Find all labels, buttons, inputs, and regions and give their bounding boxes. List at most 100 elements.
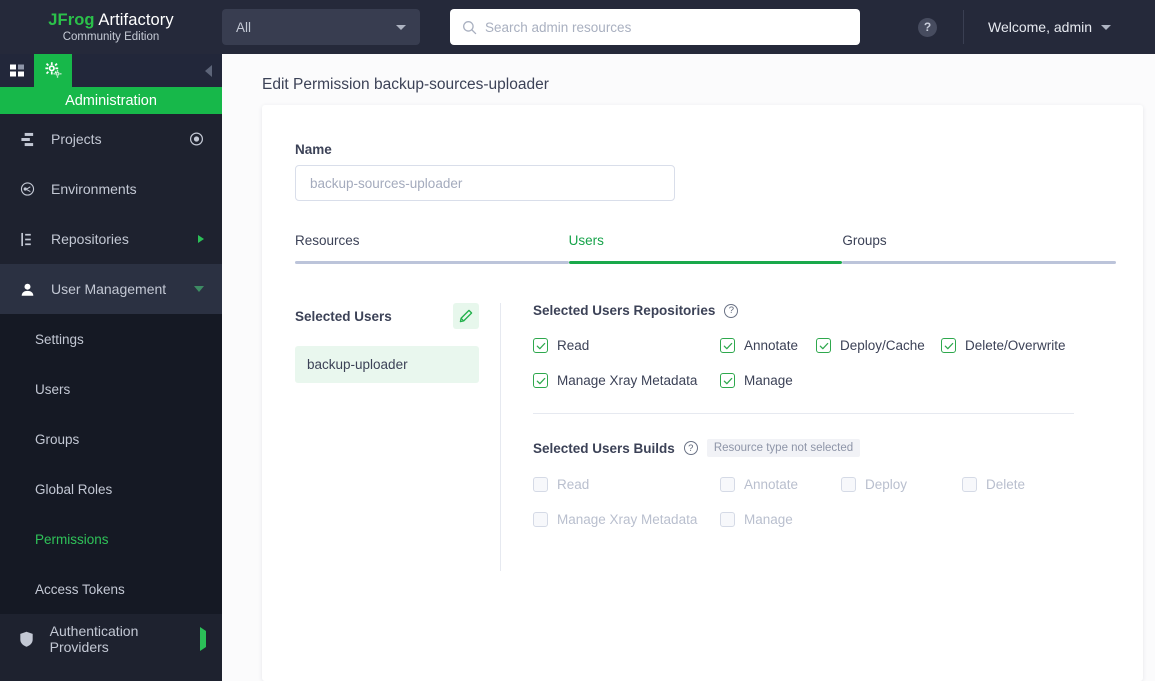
sidebar-item-authentication-providers[interactable]: Authentication Providers xyxy=(0,614,222,664)
page-title: Edit Permission backup-sources-uploader xyxy=(222,54,1155,94)
sidebar: Administration Projects xyxy=(0,54,222,681)
sidebar-item-repositories[interactable]: Repositories xyxy=(0,214,222,264)
tab-groups[interactable]: Groups xyxy=(842,233,1116,264)
app-switcher-button[interactable] xyxy=(0,54,34,87)
checkbox-label: Manage Xray Metadata xyxy=(557,373,697,388)
tab-underline xyxy=(295,261,569,264)
user-menu[interactable]: Welcome, admin xyxy=(988,19,1111,35)
sidebar-item-groups[interactable]: Groups xyxy=(0,414,222,464)
sidebar-item-settings[interactable]: Settings xyxy=(0,314,222,364)
sidebar-submenu: Settings Users Groups Global Roles Permi… xyxy=(0,314,222,614)
section-divider xyxy=(533,413,1074,414)
tab-users[interactable]: Users xyxy=(569,233,843,264)
selected-user-label: backup-uploader xyxy=(307,357,408,372)
sidebar-item-access-tokens[interactable]: Access Tokens xyxy=(0,564,222,614)
permissions-panel: Selected Users Repositories ? Read xyxy=(501,303,1143,571)
repositories-section-title: Selected Users Repositories xyxy=(533,303,715,318)
checkbox-box xyxy=(720,338,735,353)
name-input[interactable] xyxy=(295,165,675,201)
main-content: Edit Permission backup-sources-uploader … xyxy=(222,54,1155,681)
selected-users-panel: Selected Users backup-uploader xyxy=(262,303,462,571)
checkbox-build-manage-xray-metadata: Manage Xray Metadata xyxy=(533,512,720,527)
tab-label: Users xyxy=(569,233,843,261)
sidebar-item-users[interactable]: Users xyxy=(0,364,222,414)
gear-icon xyxy=(44,61,63,80)
tab-bar: Resources Users Groups xyxy=(295,233,1116,264)
permission-edit-card: Name Resources Users Groups xyxy=(262,105,1143,681)
repositories-icon xyxy=(16,232,38,247)
checkbox-box xyxy=(720,373,735,388)
chevron-right-icon xyxy=(198,235,204,243)
checkbox-build-deploy: Deploy xyxy=(841,477,962,492)
checkbox-build-manage: Manage xyxy=(720,512,793,527)
user-icon xyxy=(16,282,38,297)
sidebar-mode-label: Administration xyxy=(0,87,222,114)
checkbox-label: Manage Xray Metadata xyxy=(557,512,697,527)
sidebar-item-label: Repositories xyxy=(51,231,129,247)
administration-tab[interactable] xyxy=(34,54,72,87)
repositories-permissions-row-2: Manage Xray Metadata Manage xyxy=(533,373,1143,388)
checkbox-repo-manage[interactable]: Manage xyxy=(720,373,793,388)
brand-edition: Community Edition xyxy=(63,31,160,43)
grid-icon xyxy=(9,63,25,79)
checkbox-box xyxy=(720,512,735,527)
chevron-down-icon xyxy=(1101,25,1111,30)
tab-underline xyxy=(842,261,1116,264)
tab-panel-users: Selected Users backup-uploader xyxy=(262,303,1143,571)
checkbox-label: Read xyxy=(557,338,589,353)
sidebar-item-global-roles[interactable]: Global Roles xyxy=(0,464,222,514)
sidebar-item-user-management[interactable]: User Management xyxy=(0,264,222,314)
user-menu-label: Welcome, admin xyxy=(988,19,1092,35)
builds-permissions-row-2: Manage Xray Metadata Manage xyxy=(533,512,1143,527)
checkbox-repo-deploy-cache[interactable]: Deploy/Cache xyxy=(816,338,941,353)
sidebar-subitem-label: Permissions xyxy=(35,532,109,547)
chevron-right-icon xyxy=(200,631,206,647)
checkbox-label: Delete xyxy=(986,477,1025,492)
sidebar-subitem-label: Groups xyxy=(35,432,79,447)
checkbox-repo-manage-xray-metadata[interactable]: Manage Xray Metadata xyxy=(533,373,720,388)
checkbox-repo-delete-overwrite[interactable]: Delete/Overwrite xyxy=(941,338,1066,353)
scope-dropdown-value: All xyxy=(236,20,251,35)
sidebar-subitem-label: Global Roles xyxy=(35,482,112,497)
environments-icon xyxy=(16,181,38,198)
chevron-down-icon xyxy=(396,25,406,30)
question-mark-icon[interactable]: ? xyxy=(724,304,738,318)
sidebar-collapse-icon[interactable] xyxy=(205,65,212,77)
checkbox-box xyxy=(533,512,548,527)
repositories-permissions-row-1: Read Annotate Deploy/Cache xyxy=(533,338,1143,353)
checkbox-label: Read xyxy=(557,477,589,492)
checkbox-box xyxy=(962,477,977,492)
search-icon xyxy=(462,20,477,35)
sidebar-item-permissions[interactable]: Permissions xyxy=(0,514,222,564)
tab-label: Groups xyxy=(842,233,1116,261)
checkbox-build-delete: Delete xyxy=(962,477,1025,492)
sidebar-item-environments[interactable]: Environments xyxy=(0,164,222,214)
checkbox-label: Deploy xyxy=(865,477,907,492)
checkbox-repo-annotate[interactable]: Annotate xyxy=(720,338,816,353)
sidebar-item-label: Environments xyxy=(51,181,137,197)
brand-product-text: Artifactory xyxy=(98,11,173,29)
application-window: JFrog Artifactory Community Edition All … xyxy=(0,0,1155,681)
sidebar-item-label: Projects xyxy=(51,131,102,147)
brand-title: JFrog Artifactory xyxy=(48,11,174,30)
checkbox-box xyxy=(841,477,856,492)
question-mark-icon[interactable]: ? xyxy=(684,441,698,455)
chevron-down-icon xyxy=(194,286,204,292)
edit-selected-users-button[interactable] xyxy=(453,303,479,329)
scope-dropdown[interactable]: All xyxy=(222,9,420,45)
checkbox-box xyxy=(533,373,548,388)
projects-indicator[interactable] xyxy=(189,132,204,147)
search-input[interactable] xyxy=(485,20,848,35)
brand-logo[interactable]: JFrog Artifactory Community Edition xyxy=(0,0,222,54)
sidebar-item-label: Authentication Providers xyxy=(50,623,192,655)
tab-underline xyxy=(569,261,843,264)
checkbox-label: Annotate xyxy=(744,477,798,492)
target-circle-icon xyxy=(189,132,204,147)
sidebar-item-projects[interactable]: Projects xyxy=(0,114,222,164)
help-icon[interactable]: ? xyxy=(918,18,937,37)
checkbox-build-read: Read xyxy=(533,477,720,492)
checkbox-repo-read[interactable]: Read xyxy=(533,338,720,353)
selected-user-chip[interactable]: backup-uploader xyxy=(295,346,479,383)
tab-resources[interactable]: Resources xyxy=(295,233,569,264)
search-bar[interactable] xyxy=(450,9,860,45)
